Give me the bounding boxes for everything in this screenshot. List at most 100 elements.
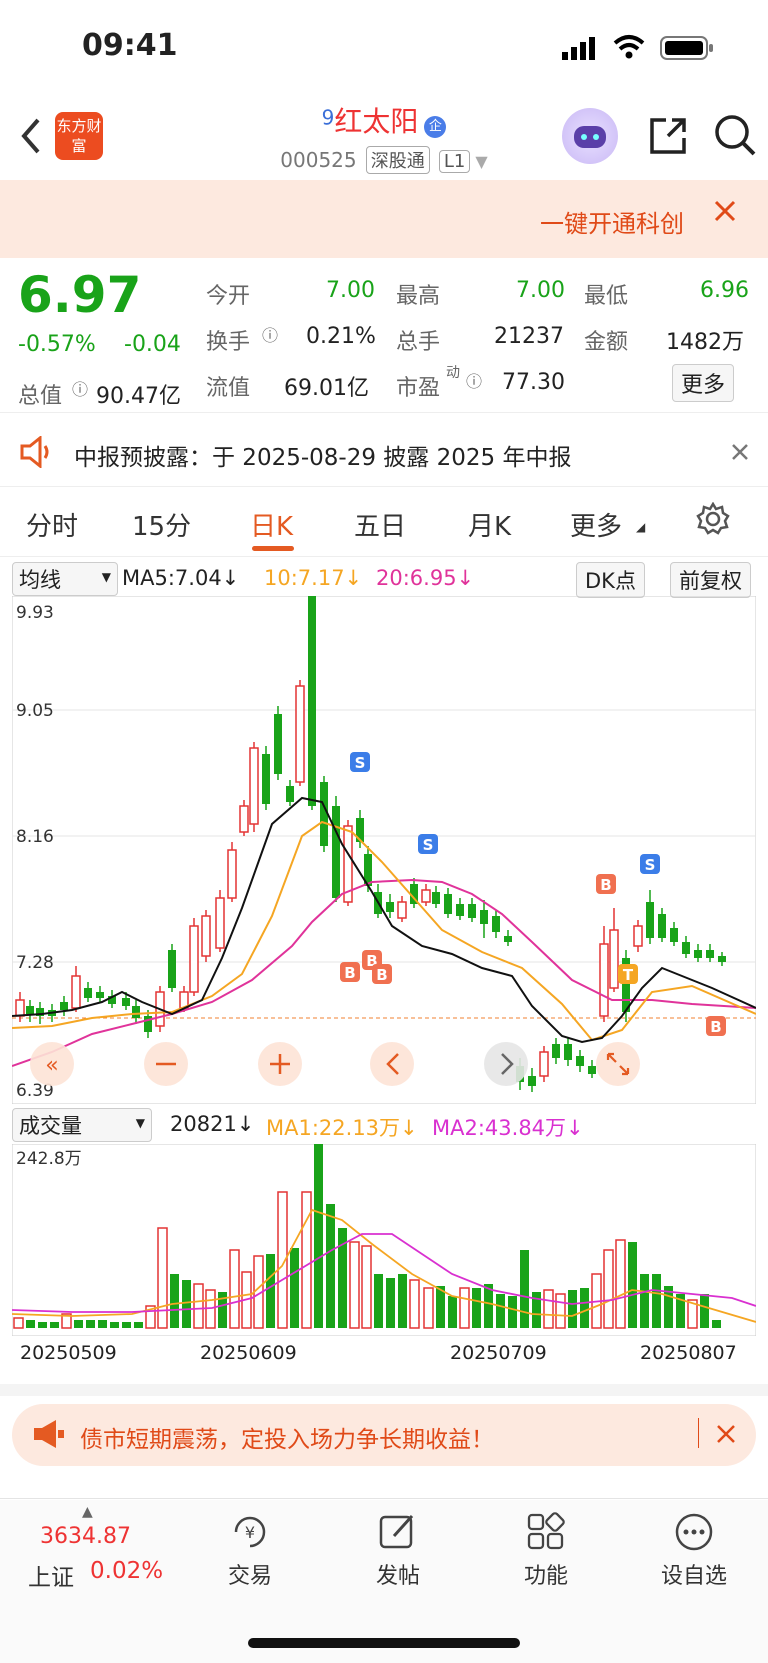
index-pct: 0.02% <box>90 1558 164 1584</box>
volume-bar <box>86 1320 95 1328</box>
ma-selector-label: 均线 <box>19 568 61 592</box>
scroll-left-fast-button[interactable]: « <box>30 1042 74 1086</box>
scroll-left-button[interactable] <box>370 1042 414 1086</box>
signal-marker-label: B <box>710 1018 721 1036</box>
badge-num: 9 <box>321 105 335 130</box>
candle <box>189 925 199 993</box>
tab-15min[interactable]: 15分 <box>132 506 191 543</box>
dropdown-icon[interactable]: ▼ <box>475 152 487 171</box>
date-axis: 20250509 20250609 20250709 20250807 <box>0 1336 768 1368</box>
change-pct: -0.57% <box>18 332 96 357</box>
promo-banner[interactable]: 一键开通科创 <box>0 180 768 258</box>
volume-chart[interactable]: 242.8万 <box>11 1143 757 1340</box>
tab-minute[interactable]: 分时 <box>26 506 78 543</box>
candle <box>397 901 407 919</box>
home-indicator <box>248 1638 520 1648</box>
nav-post[interactable]: 发帖 <box>343 1558 453 1590</box>
candle <box>295 685 305 783</box>
close-icon[interactable] <box>710 196 740 230</box>
volume-bar <box>555 1293 566 1329</box>
close-icon[interactable] <box>714 1422 738 1450</box>
volume-bar <box>700 1294 709 1328</box>
y-tick-3: 8.16 <box>16 827 54 847</box>
zoom-out-button[interactable] <box>144 1042 188 1086</box>
volume-bar <box>13 1317 24 1329</box>
signal-marker-label: B <box>600 876 611 894</box>
notice-text[interactable]: 中报预披露：于 2025-08-29 披露 2025 年中报 <box>74 438 571 472</box>
volume-bar <box>122 1322 131 1328</box>
candle <box>633 925 643 947</box>
volume-bar <box>266 1254 275 1328</box>
nav-add-watchlist[interactable]: 设自选 <box>639 1558 749 1590</box>
search-icon[interactable] <box>712 112 758 162</box>
signal-icon <box>560 36 600 64</box>
settings-gear-icon[interactable] <box>696 501 730 543</box>
turnover-value: 0.21% <box>306 324 376 349</box>
volume-bar <box>50 1322 59 1328</box>
status-time: 09:41 <box>82 28 178 63</box>
stock-code: 000525 <box>280 148 357 172</box>
vol-ma1-value: MA1:22.13万↓ <box>266 1116 418 1140</box>
volume-bar <box>580 1288 589 1328</box>
indicator-selector[interactable]: 成交量 ▼ <box>12 1108 152 1142</box>
tag-level: L1 <box>438 150 471 173</box>
volume-bar <box>472 1288 481 1328</box>
speaker-icon <box>18 434 54 472</box>
candle <box>670 928 678 942</box>
robot-assistant-icon[interactable] <box>562 108 618 164</box>
info-icon[interactable]: ⓘ <box>262 322 278 346</box>
open-label: 今开 <box>206 284 251 309</box>
candle <box>132 1006 140 1018</box>
volume-bar <box>349 1241 360 1329</box>
candle <box>599 943 609 1017</box>
date-tick-4: 20250807 <box>640 1342 737 1364</box>
index-name: 上证 <box>28 1565 74 1591</box>
candle <box>286 786 294 802</box>
grid-apps-icon <box>526 1512 566 1556</box>
candle <box>694 950 702 958</box>
volume-bar <box>229 1249 240 1329</box>
volume-bar <box>496 1294 505 1328</box>
candle <box>444 894 452 914</box>
candle <box>504 936 512 942</box>
info-icon[interactable]: ⓘ <box>72 376 88 400</box>
candle <box>26 1006 34 1014</box>
tab-more[interactable]: 更多 <box>570 506 622 543</box>
share-icon[interactable] <box>646 114 690 162</box>
dk-point-button[interactable]: DK点 <box>576 562 645 598</box>
more-button[interactable]: 更多 <box>672 364 735 402</box>
volume-max-label: 242.8万 <box>16 1149 82 1169</box>
candle <box>609 929 619 989</box>
candle <box>421 889 431 903</box>
volume-bar <box>603 1249 614 1329</box>
nav-trade[interactable]: 交易 <box>195 1558 305 1590</box>
nav-functions[interactable]: 功能 <box>491 1558 601 1590</box>
zoom-in-button[interactable] <box>258 1042 302 1086</box>
turnover-label: 换手 <box>206 330 251 355</box>
candle <box>201 915 211 957</box>
volume-bar <box>448 1296 457 1328</box>
volume-bar <box>314 1144 323 1328</box>
ad-banner[interactable]: 债市短期震荡，定投入场力争长期收益！ <box>12 1404 756 1466</box>
kline-chart[interactable]: 9.93 9.05 8.16 7.28 6.39 SSSBBBBTB « <box>11 595 757 1108</box>
volume-bar <box>38 1322 47 1328</box>
pe-value: 77.30 <box>502 370 565 395</box>
fullscreen-button[interactable] <box>596 1042 640 1086</box>
volume-bar <box>98 1320 107 1328</box>
index-value[interactable]: 3634.87 <box>40 1524 131 1549</box>
info-icon[interactable]: ⓘ <box>466 368 482 392</box>
close-icon[interactable] <box>728 440 752 468</box>
volume-bar <box>568 1290 577 1328</box>
ma-selector[interactable]: 均线 ▼ <box>12 562 118 596</box>
volume-bar <box>543 1289 554 1329</box>
scroll-right-button[interactable] <box>484 1042 528 1086</box>
volume-bar <box>74 1320 83 1328</box>
tab-five-day[interactable]: 五日 <box>354 506 406 543</box>
adjust-button[interactable]: 前复权 <box>670 562 751 598</box>
signal-marker-label: B <box>344 964 355 982</box>
tab-monthly-k[interactable]: 月K <box>468 506 511 543</box>
volume-bar <box>157 1227 168 1329</box>
tab-daily-k[interactable]: 日K <box>250 506 293 543</box>
candle <box>308 596 316 806</box>
candle <box>552 1044 560 1058</box>
